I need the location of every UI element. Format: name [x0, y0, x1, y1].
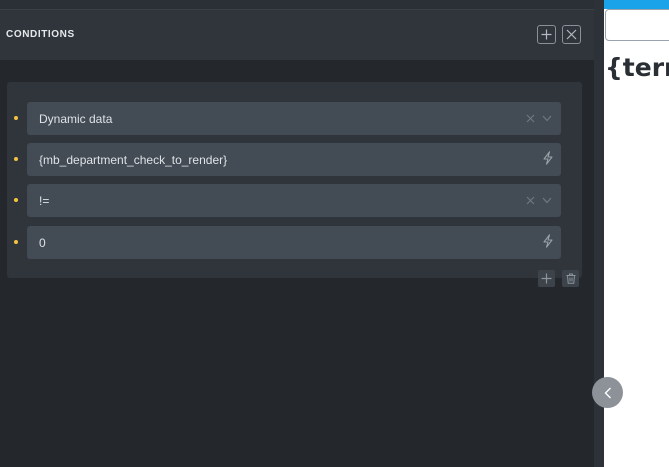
- dynamic-tag-value: {mb_department_check_to_render}: [39, 153, 228, 167]
- chevron-down-icon[interactable]: [542, 197, 552, 204]
- bullet-dot: [14, 240, 18, 244]
- close-panel-button[interactable]: [562, 25, 581, 44]
- chevron-left-icon: [604, 387, 611, 398]
- condition-type-value: Dynamic data: [39, 112, 113, 126]
- panel-top-strip: [0, 0, 594, 10]
- delete-condition-button[interactable]: [562, 270, 579, 287]
- collapse-panel-button[interactable]: [592, 377, 623, 408]
- trash-icon: [566, 273, 575, 284]
- condition-row: {mb_department_check_to_render}: [7, 143, 582, 176]
- compare-value: 0: [39, 236, 46, 250]
- canvas-element-box[interactable]: [605, 9, 669, 41]
- clear-icon[interactable]: [526, 114, 535, 123]
- lightning-icon[interactable]: [542, 151, 554, 165]
- panel-title: CONDITIONS: [6, 29, 75, 40]
- operator-select[interactable]: !=: [27, 184, 561, 217]
- canvas-top-bar: [604, 0, 669, 9]
- dynamic-tag-input[interactable]: {mb_department_check_to_render}: [27, 143, 561, 176]
- condition-row: !=: [7, 184, 582, 217]
- condition-row: Dynamic data: [7, 102, 582, 135]
- plus-icon: [541, 29, 552, 40]
- operator-value: !=: [39, 194, 50, 208]
- chevron-down-icon[interactable]: [542, 115, 552, 122]
- condition-group: Dynamic data {mb_department_check_to_ren…: [7, 82, 582, 278]
- condition-row: 0: [7, 226, 582, 259]
- plus-icon: [541, 273, 552, 284]
- close-icon: [566, 29, 577, 40]
- bullet-dot: [14, 157, 18, 161]
- clear-icon[interactable]: [526, 196, 535, 205]
- add-condition-button[interactable]: [538, 270, 555, 287]
- conditions-panel: CONDITIONS Dynamic data {mb_department_c…: [0, 0, 594, 467]
- condition-type-select[interactable]: Dynamic data: [27, 102, 561, 135]
- compare-value-input[interactable]: 0: [27, 226, 561, 259]
- lightning-icon[interactable]: [542, 234, 554, 248]
- clear-chevron-icons[interactable]: [526, 193, 552, 207]
- bullet-dot: [14, 116, 18, 120]
- clear-chevron-icons[interactable]: [526, 111, 552, 125]
- bullet-dot: [14, 198, 18, 202]
- add-condition-set-button[interactable]: [537, 25, 556, 44]
- canvas-term-heading[interactable]: {term: [605, 53, 669, 82]
- panel-header: CONDITIONS: [0, 10, 594, 60]
